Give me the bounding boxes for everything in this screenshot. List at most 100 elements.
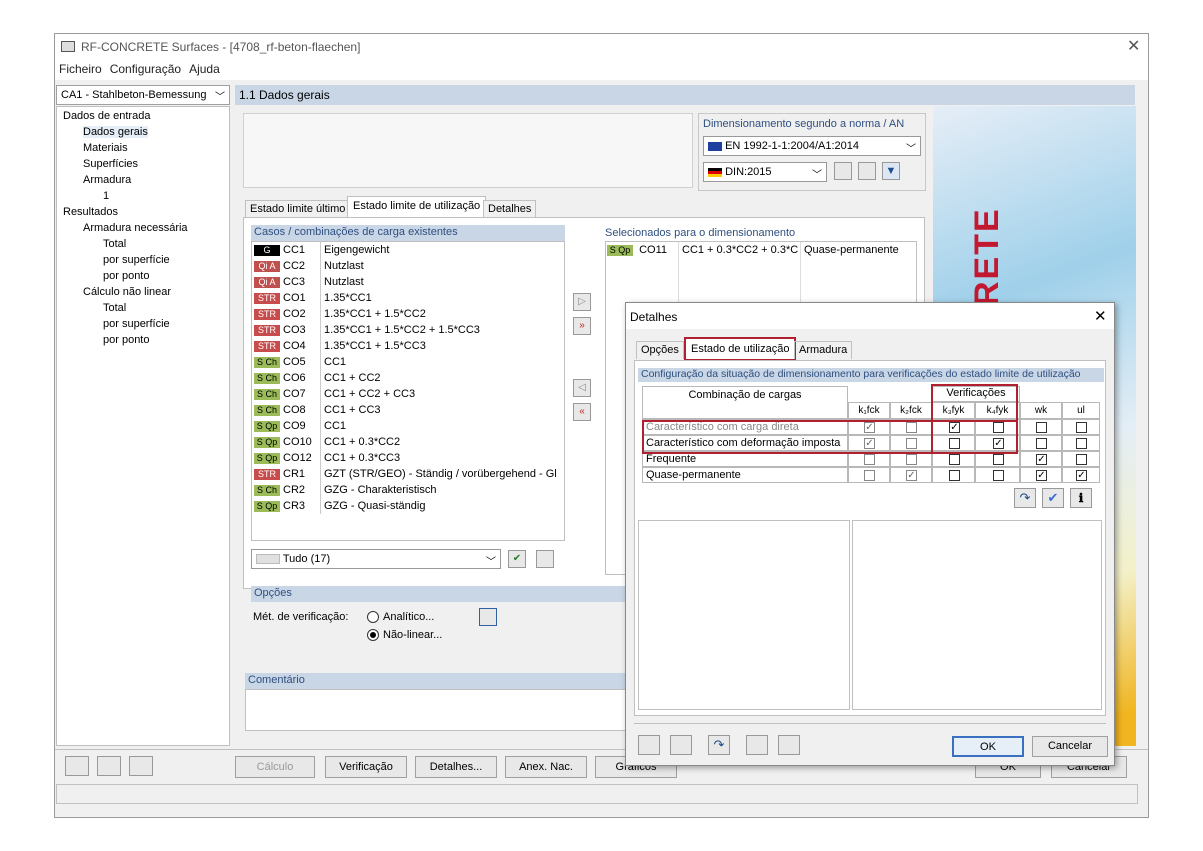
norm-select[interactable]: EN 1992-1-1:2004/A1:2014 ﹀ — [703, 136, 921, 156]
redo-icon[interactable]: ↷ — [1014, 488, 1036, 508]
tree-resultados[interactable]: Resultados — [63, 206, 118, 218]
load-case-row[interactable]: Qi A CC2 Nutzlast — [252, 258, 562, 274]
dlg-cancel-button[interactable]: Cancelar — [1032, 736, 1108, 757]
tab-detalhes[interactable]: Detalhes — [483, 200, 537, 218]
tab-sls[interactable]: Estado limite de utilização — [347, 196, 487, 218]
tree-materiais[interactable]: Materiais — [83, 142, 128, 154]
info-icon[interactable]: ℹ — [1070, 488, 1092, 508]
verification-checkbox[interactable] — [1076, 454, 1087, 465]
close-icon[interactable]: ✕ — [1127, 36, 1140, 56]
verification-checkbox[interactable] — [1076, 422, 1087, 433]
verification-checkbox[interactable] — [864, 454, 875, 465]
export-icon[interactable] — [778, 735, 800, 755]
tree-dados-gerais[interactable]: Dados gerais — [83, 126, 148, 138]
check-icon[interactable]: ✔ — [1042, 488, 1064, 508]
select-all-icon[interactable]: ✔ — [508, 550, 526, 568]
help-icon[interactable] — [638, 735, 660, 755]
dlg-tab-opcoes[interactable]: Opções — [636, 341, 684, 359]
verification-checkbox[interactable] — [949, 454, 960, 465]
import-icon[interactable] — [746, 735, 768, 755]
grid-col-header: k₂fck — [890, 402, 932, 419]
tree-por-ponto-1[interactable]: por ponto — [103, 270, 149, 282]
load-case-row[interactable]: STR CO4 1.35*CC1 + 1.5*CC3 — [252, 338, 562, 354]
tree-armadura-1[interactable]: 1 — [103, 190, 109, 202]
load-case-row[interactable]: STR CO2 1.35*CC1 + 1.5*CC2 — [252, 306, 562, 322]
verification-checkbox[interactable] — [1036, 438, 1047, 449]
verification-checkbox[interactable] — [949, 470, 960, 481]
tree-por-superficie-2[interactable]: por superfície — [103, 318, 170, 330]
selected-row[interactable]: S Qp CO11 CC1 + 0.3*CC2 + 0.3*C Quase-pe… — [606, 242, 916, 258]
load-case-row[interactable]: STR CO3 1.35*CC1 + 1.5*CC2 + 1.5*CC3 — [252, 322, 562, 338]
grid-row-label: Quase-permanente — [642, 467, 848, 483]
load-case-row[interactable]: S Ch CO6 CC1 + CC2 — [252, 370, 562, 386]
tree-por-superficie-1[interactable]: por superfície — [103, 254, 170, 266]
verification-checkbox[interactable] — [993, 470, 1004, 481]
dlg-tab-utilizacao[interactable]: Estado de utilização — [684, 337, 797, 361]
radio-analytic[interactable] — [367, 611, 379, 623]
dlg-tab-armadura[interactable]: Armadura — [794, 341, 853, 359]
verification-checkbox[interactable] — [906, 454, 917, 465]
calc-button[interactable]: Cálculo — [235, 756, 315, 778]
load-case-row[interactable]: S Qp CO9 CC1 — [252, 418, 562, 434]
remove-selected-icon[interactable]: ◁ — [573, 379, 591, 397]
menu-configuracao[interactable]: Configuração — [106, 60, 185, 78]
load-case-tag: S Ch — [254, 388, 280, 400]
annex-select[interactable]: DIN:2015 ﹀ — [703, 162, 827, 182]
load-case-tag: STR — [254, 292, 280, 304]
new-annex-icon[interactable] — [834, 162, 852, 180]
radio-nonlinear[interactable] — [367, 629, 379, 641]
method-label: Mét. de verificação: — [253, 611, 349, 623]
load-case-row[interactable]: S Qp CO10 CC1 + 0.3*CC2 — [252, 434, 562, 450]
load-case-row[interactable]: STR CO1 1.35*CC1 — [252, 290, 562, 306]
load-case-row[interactable]: S Ch CO5 CC1 — [252, 354, 562, 370]
details-button[interactable]: Detalhes... — [415, 756, 497, 778]
load-case-row[interactable]: STR CR1 GZT (STR/GEO) - Ständig / vorüberg… — [252, 466, 562, 482]
menu-ficheiro[interactable]: Ficheiro — [55, 60, 106, 78]
tree-total-2[interactable]: Total — [103, 302, 126, 314]
verification-checkbox[interactable]: ✓ — [1036, 454, 1047, 465]
load-case-tag: STR — [254, 340, 280, 352]
verification-checkbox[interactable] — [1076, 438, 1087, 449]
edit-annex-icon[interactable] — [858, 162, 876, 180]
verification-checkbox[interactable]: ✓ — [1076, 470, 1087, 481]
load-case-row[interactable]: Qi A CC3 Nutzlast — [252, 274, 562, 290]
units-icon[interactable] — [670, 735, 692, 755]
tree-total-1[interactable]: Total — [103, 238, 126, 250]
load-case-row[interactable]: S Ch CO8 CC1 + CC3 — [252, 402, 562, 418]
window-title: RF-CONCRETE Surfaces - [4708_rf-beton-fl… — [81, 40, 361, 54]
tree-por-ponto-2[interactable]: por ponto — [103, 334, 149, 346]
menu-ajuda[interactable]: Ajuda — [185, 60, 224, 78]
verification-checkbox[interactable] — [864, 470, 875, 481]
verification-checkbox[interactable]: ✓ — [906, 470, 917, 481]
swap-icon[interactable] — [536, 550, 554, 568]
redo-icon[interactable]: ↷ — [708, 735, 730, 755]
tree-superficies[interactable]: Superfícies — [83, 158, 138, 170]
tree-dados-entrada[interactable]: Dados de entrada — [63, 110, 150, 122]
export-icon[interactable] — [129, 756, 153, 776]
load-case-row[interactable]: S Ch CR2 GZG - Charakteristisch — [252, 482, 562, 498]
load-case-row[interactable]: S Ch CO7 CC1 + CC2 + CC3 — [252, 386, 562, 402]
add-selected-icon[interactable]: ▷ — [573, 293, 591, 311]
verification-checkbox[interactable]: ✓ — [1036, 470, 1047, 481]
load-case-row[interactable]: S Qp CR3 GZG - Quasi-ständig — [252, 498, 562, 514]
case-select[interactable]: CA1 - Stahlbeton-Bemessung ﹀ — [56, 85, 230, 105]
filter-select[interactable]: Tudo (17) ﹀ — [251, 549, 501, 569]
tree-armadura-necessaria[interactable]: Armadura necessária — [83, 222, 188, 234]
tree-armadura[interactable]: Armadura — [83, 174, 131, 186]
load-case-row[interactable]: S Qp CO12 CC1 + 0.3*CC3 — [252, 450, 562, 466]
verify-button[interactable]: Verificação — [325, 756, 407, 778]
filter-icon[interactable]: ▼ — [882, 162, 900, 180]
import-icon[interactable] — [97, 756, 121, 776]
help-icon[interactable] — [65, 756, 89, 776]
dlg-ok-button[interactable]: OK — [952, 736, 1024, 757]
tree-calculo-nao-linear[interactable]: Cálculo não linear — [83, 286, 171, 298]
remove-all-icon[interactable]: « — [573, 403, 591, 421]
tab-uls[interactable]: Estado limite último — [245, 200, 351, 218]
verification-checkbox[interactable] — [1036, 422, 1047, 433]
add-all-icon[interactable]: » — [573, 317, 591, 335]
annex-button[interactable]: Anex. Nac. — [505, 756, 587, 778]
load-case-row[interactable]: G CC1 Eigengewicht — [252, 242, 562, 258]
edit-method-icon[interactable] — [479, 608, 497, 626]
verification-checkbox[interactable] — [993, 454, 1004, 465]
close-icon[interactable]: ✕ — [1094, 307, 1107, 325]
